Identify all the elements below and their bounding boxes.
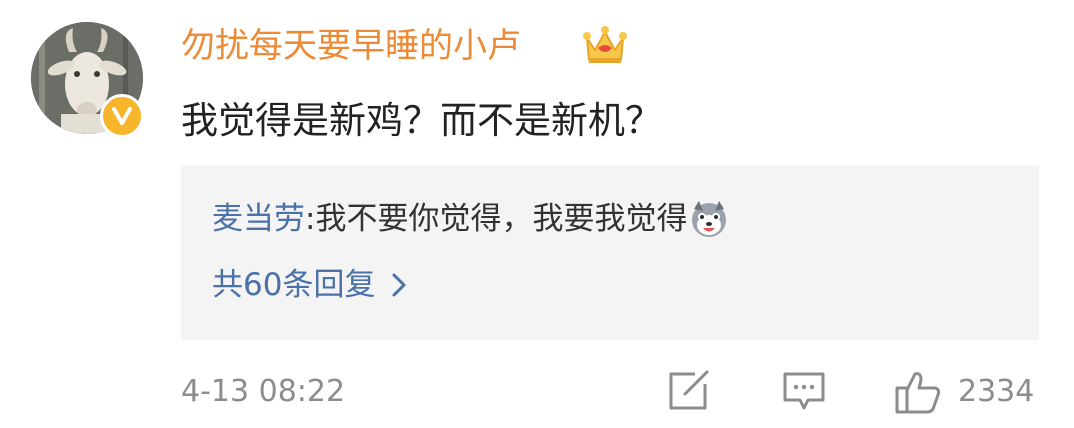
reply-count-label: 共60条回复 <box>212 267 376 303</box>
crown-icon <box>583 26 627 63</box>
comment-text: 我觉得是新鸡？而不是新机？ <box>181 99 662 142</box>
comment-icon[interactable] <box>780 368 828 414</box>
comment-timestamp: 4-13 08:22 <box>181 374 346 409</box>
reply-text: 我不要你觉得，我要我觉得 <box>315 201 688 237</box>
view-all-replies-link[interactable]: 共60条回复 <box>212 261 409 309</box>
like-count: 2334 <box>958 374 1035 409</box>
husky-emoji-icon <box>692 201 727 237</box>
username-link[interactable]: 勿扰每天要早睡的小卢 <box>181 24 521 68</box>
chevron-right-icon <box>392 273 406 297</box>
verified-badge-icon <box>100 94 144 138</box>
share-icon[interactable] <box>665 368 711 414</box>
reply-author-link[interactable]: 麦当劳 <box>212 195 305 243</box>
reply-line: 麦当劳 : 我不要你觉得，我要我觉得 <box>212 195 729 243</box>
reply-separator: : <box>305 201 316 237</box>
reply-preview[interactable]: 麦当劳 : 我不要你觉得，我要我觉得 共60条回复 <box>181 165 1039 340</box>
thumbs-up-icon[interactable] <box>893 368 943 416</box>
